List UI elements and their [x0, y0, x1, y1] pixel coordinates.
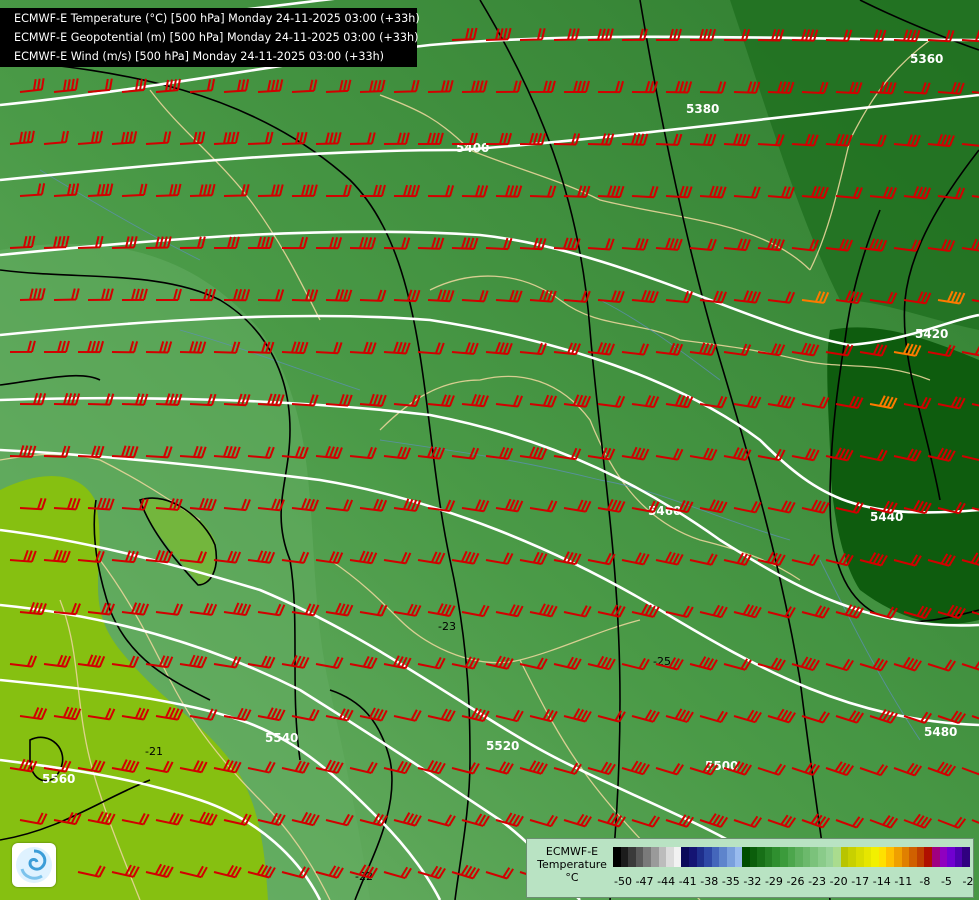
title-geopotential: ECMWF-E Geopotential (m) [500 hPa] Monda… [14, 31, 419, 44]
legend-swatch [719, 847, 727, 867]
temperature-legend: ECMWF-E Temperature °C -50 -47 -44 -41 -38 -3… [526, 838, 974, 898]
legend-title-line2: Temperature [537, 858, 607, 871]
title-temperature: ECMWF-E Temperature (°C) [500 hPa] Monda… [14, 12, 420, 25]
legend-title: ECMWF-E Temperature °C [531, 845, 613, 884]
legend-swatch [772, 847, 781, 867]
legend-swatch [635, 847, 644, 867]
title-wind: ECMWF-E Wind (m/s) [500 hPa] Monday 24-1… [14, 50, 385, 63]
legend-swatch [734, 847, 743, 867]
legend-tick: -41 [678, 875, 697, 888]
legend-swatch [848, 847, 856, 867]
isotherm-label-3: -21 [145, 745, 163, 758]
legend-tick: -2 [962, 875, 974, 888]
legend-swatch [643, 847, 651, 867]
legend-tick: -47 [635, 875, 654, 888]
legend-swatch [658, 847, 667, 867]
legend-tick: -29 [764, 875, 783, 888]
label-5420: 5420 [915, 327, 948, 341]
isotherm-label-1: -23 [438, 620, 456, 633]
label-5360: 5360 [910, 52, 943, 66]
legend-tick: -32 [743, 875, 762, 888]
legend-swatch [840, 847, 849, 867]
legend-swatch [757, 847, 765, 867]
legend-swatch [673, 847, 682, 867]
legend-color-bar [613, 847, 970, 867]
legend-swatch [749, 847, 758, 867]
legend-tick: -50 [614, 875, 632, 888]
legend-swatch [871, 847, 879, 867]
provider-logo [12, 843, 56, 887]
legend-swatch [704, 847, 712, 867]
legend-swatch [780, 847, 788, 867]
legend-swatch [620, 847, 629, 867]
legend-tick: -23 [808, 875, 827, 888]
legend-swatch [939, 847, 948, 867]
legend-swatch [901, 847, 910, 867]
legend-swatch [795, 847, 803, 867]
legend-swatch [666, 847, 674, 867]
legend-swatch [924, 847, 932, 867]
legend-tick: -20 [829, 875, 848, 888]
legend-swatch [916, 847, 925, 867]
legend-swatch [947, 847, 955, 867]
legend-swatch [909, 847, 917, 867]
legend-swatch [726, 847, 735, 867]
legend-tick: -11 [894, 875, 913, 888]
label-5480: 5480 [924, 725, 957, 739]
legend-swatch [764, 847, 773, 867]
legend-swatch [931, 847, 940, 867]
legend-swatch [787, 847, 796, 867]
legend-tick: -5 [940, 875, 952, 888]
legend-swatch [878, 847, 887, 867]
legend-tick: -17 [851, 875, 870, 888]
legend-title-line1: ECMWF-E [545, 845, 599, 858]
legend-swatch [833, 847, 841, 867]
label-5560: 5560 [42, 772, 75, 786]
legend-swatch [696, 847, 705, 867]
legend-tick: -35 [721, 875, 740, 888]
legend-swatch [681, 847, 689, 867]
map-title-box: ECMWF-E Temperature (°C) [500 hPa] Monda… [0, 8, 420, 67]
legend-swatch [954, 847, 963, 867]
legend-swatch [650, 847, 659, 867]
legend-swatch [863, 847, 872, 867]
weather-map: 5360 5380 5400 5420 5440 5460 5480 5500 … [0, 0, 979, 900]
legend-swatch [711, 847, 720, 867]
legend-swatch [628, 847, 636, 867]
legend-swatch [802, 847, 811, 867]
legend-swatch [856, 847, 864, 867]
legend-tick: -44 [657, 875, 676, 888]
legend-tick: -14 [872, 875, 891, 888]
legend-swatch [962, 847, 970, 867]
label-5520: 5520 [486, 739, 519, 753]
legend-unit: °C [565, 871, 579, 884]
legend-swatch [886, 847, 894, 867]
legend-swatch [742, 847, 750, 867]
legend-swatch [818, 847, 826, 867]
legend-tick: -8 [919, 875, 931, 888]
legend-swatch [825, 847, 834, 867]
legend-tick: -38 [700, 875, 719, 888]
legend-swatch [688, 847, 697, 867]
legend-ticks: -50 -47 -44 -41 -38 -35 -32 -29 -26 -23 -20 -17 -14-… [613, 875, 973, 889]
swirl-logo-icon [16, 847, 52, 883]
label-5380: 5380 [686, 102, 719, 116]
legend-swatch [613, 847, 621, 867]
legend-swatch [893, 847, 902, 867]
legend-swatch [810, 847, 819, 867]
label-5540: 5540 [265, 731, 298, 745]
legend-tick: -26 [786, 875, 805, 888]
